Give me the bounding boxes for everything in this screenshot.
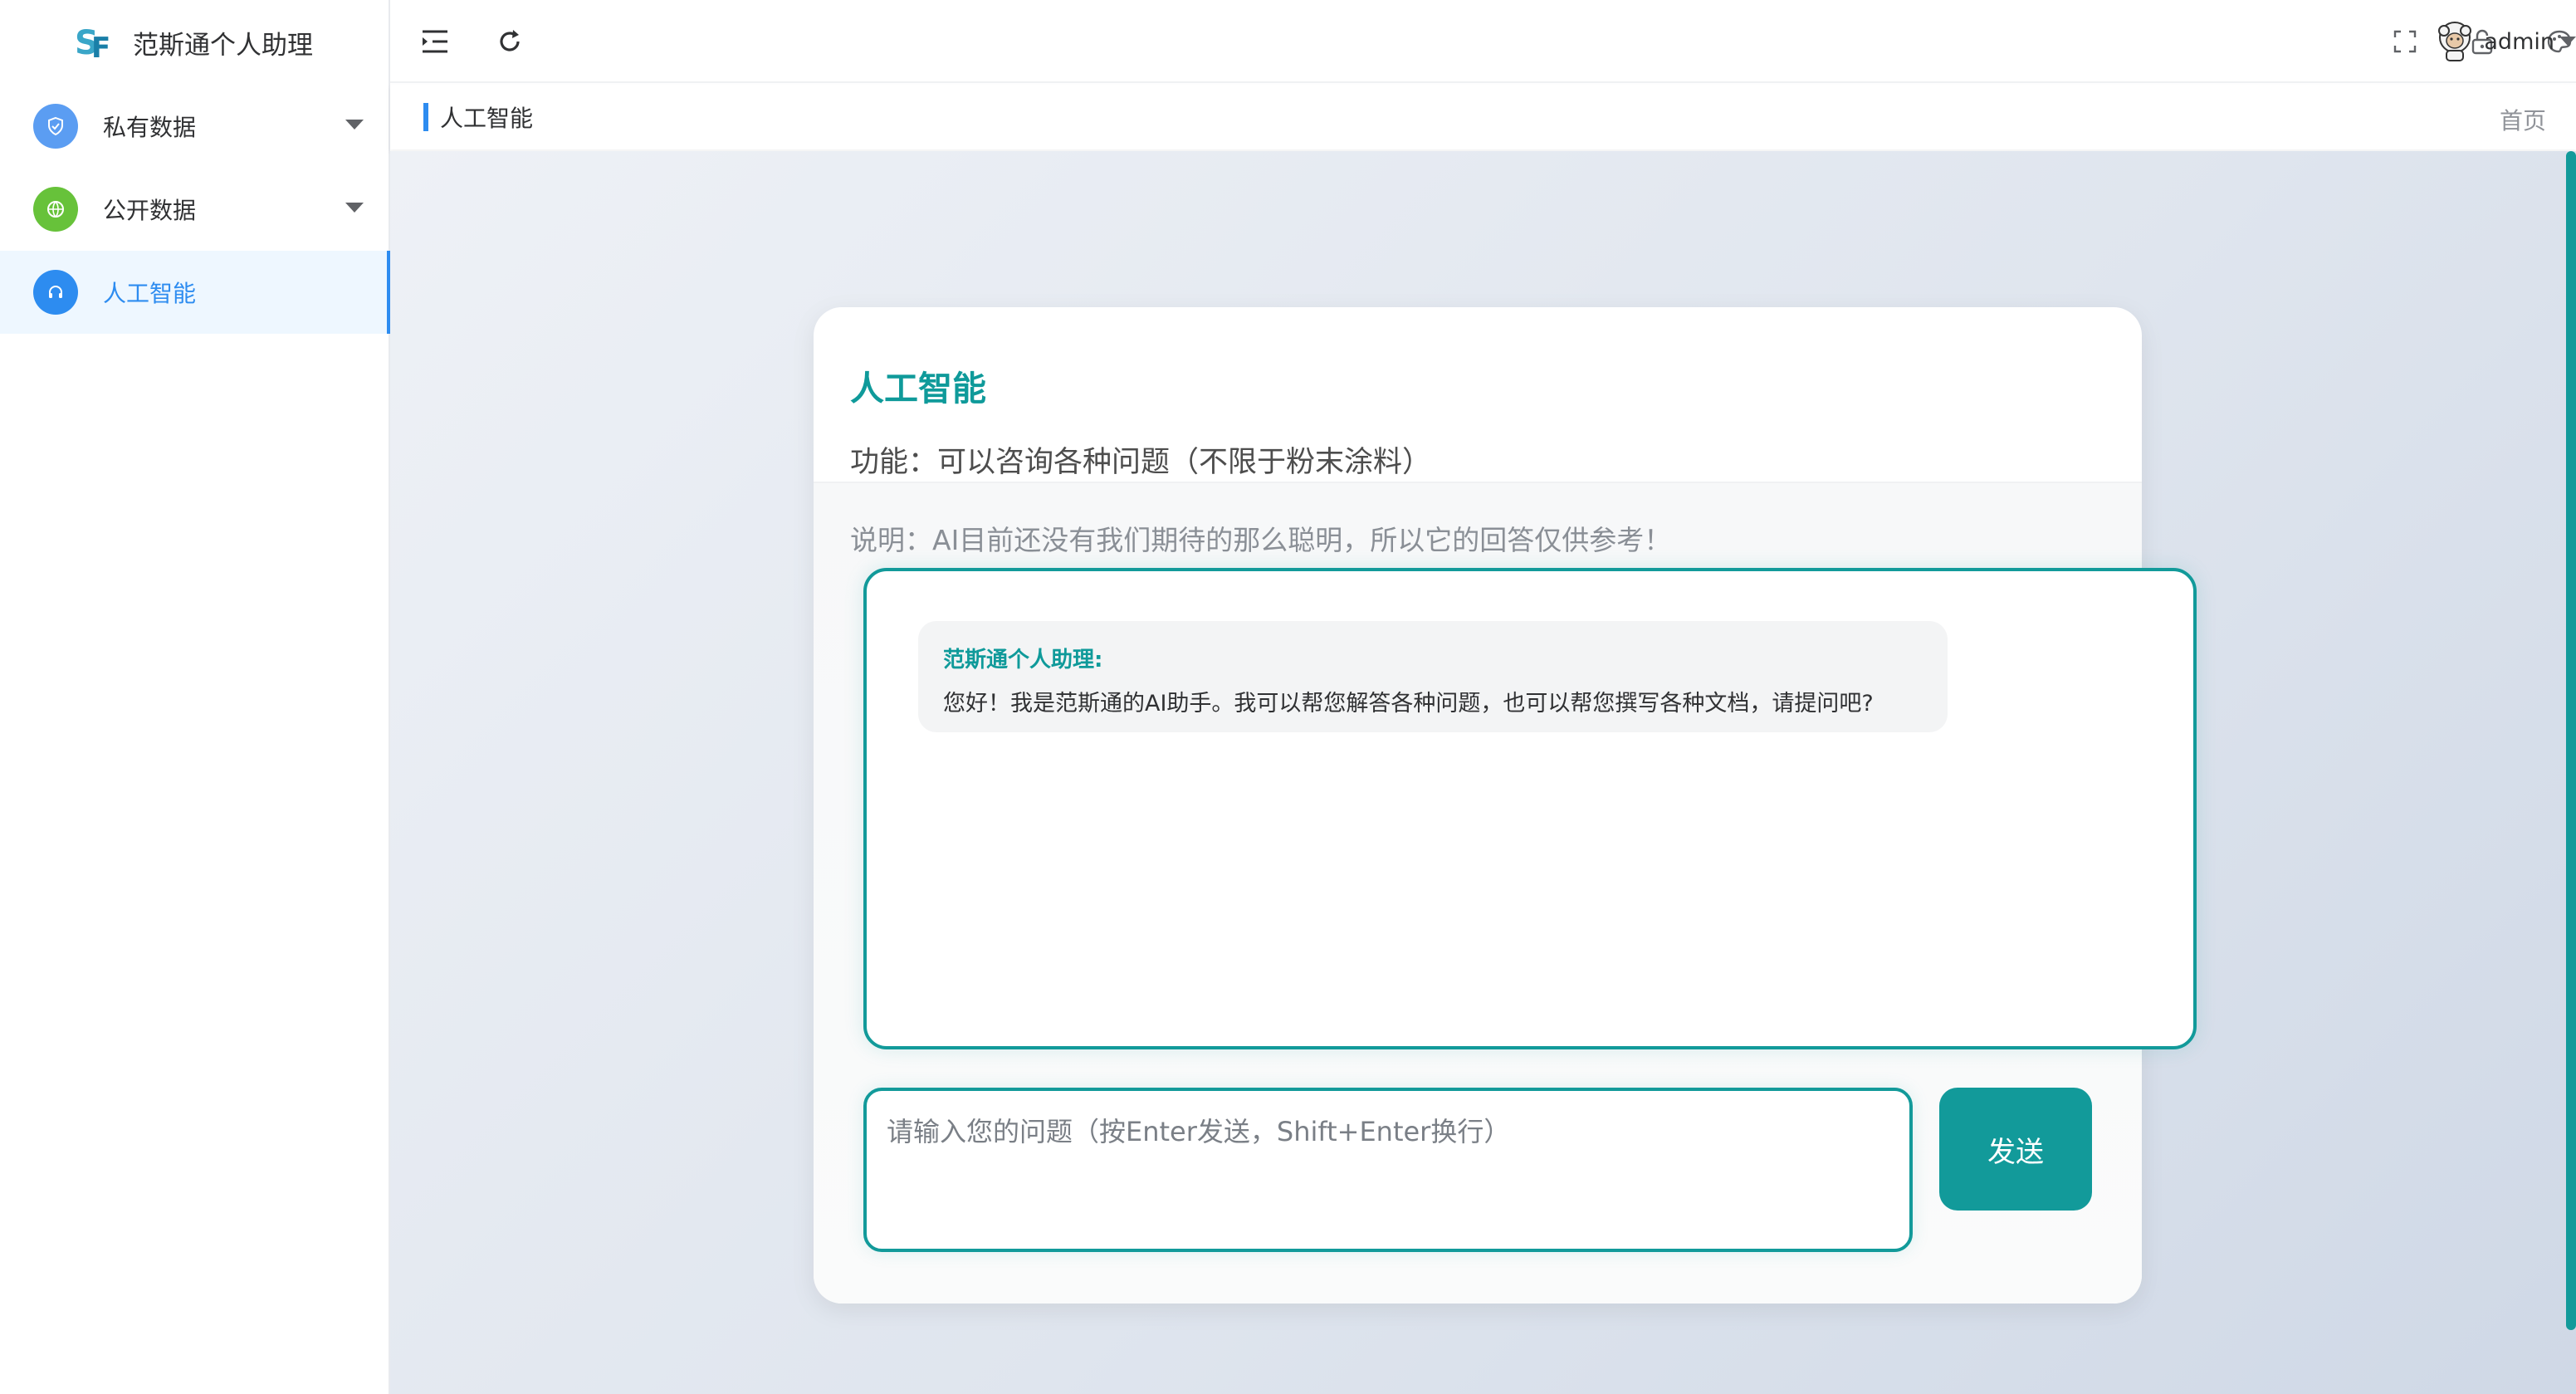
message-text: 您好！我是范斯通的AI助手。我可以帮您解答各种问题，也可以帮您撰写各种文档，请提…	[943, 691, 1874, 717]
card-function: 功能：可以咨询各种问题（不限于粉末涂料）	[850, 446, 1432, 479]
headset-icon	[33, 270, 78, 315]
user-menu[interactable]: admin	[2432, 18, 2576, 65]
send-button[interactable]: 发送	[1939, 1088, 2092, 1211]
globe-icon	[33, 187, 78, 232]
caret-down-icon	[345, 203, 364, 213]
message-sender: 范斯通个人助理:	[943, 648, 1103, 673]
refresh-icon[interactable]	[493, 25, 526, 58]
shield-icon	[33, 104, 78, 149]
chat-window[interactable]: 范斯通个人助理: 您好！我是范斯通的AI助手。我可以帮您解答各种问题，也可以帮您…	[863, 568, 2197, 1049]
card-note: 说明：AI目前还没有我们期待的那么聪明，所以它的回答仅供参考！	[850, 524, 1672, 556]
chat-message: 范斯通个人助理: 您好！我是范斯通的AI助手。我可以帮您解答各种问题，也可以帮您…	[918, 621, 1948, 732]
caret-down-icon	[345, 120, 364, 130]
sidebar-item-public-data[interactable]: 公开数据	[0, 168, 389, 251]
top-header: admin	[390, 0, 2576, 83]
sidebar-item-label: 公开数据	[103, 197, 197, 224]
sidebar-item-private-data[interactable]: 私有数据	[0, 85, 389, 168]
username: admin	[2484, 28, 2554, 55]
home-link[interactable]: 首页	[2500, 103, 2546, 136]
sheep-avatar-icon	[2438, 22, 2472, 61]
question-input[interactable]	[863, 1088, 1913, 1252]
breadcrumb[interactable]: 人工智能	[423, 101, 533, 133]
tags-bar: 人工智能 首页	[390, 85, 2576, 149]
breadcrumb-marker	[423, 103, 428, 131]
breadcrumb-current: 人工智能	[440, 105, 534, 132]
sidebar-item-label: 私有数据	[103, 114, 197, 141]
card-title: 人工智能	[850, 369, 986, 408]
caret-down-icon	[2559, 37, 2576, 46]
app-title: 范斯通个人助理	[133, 30, 313, 61]
scrollbar[interactable]	[2566, 151, 2576, 1330]
fullscreen-icon[interactable]	[2388, 25, 2422, 58]
card-header: 人工智能 功能：可以咨询各种问题（不限于粉末涂料）	[814, 307, 2142, 482]
sidebar-item-ai[interactable]: 人工智能	[0, 251, 390, 334]
brand[interactable]: S F 范斯通个人助理	[0, 0, 389, 85]
sidebar: S F 范斯通个人助理 私有数据 公开数据 人工智能	[0, 0, 390, 1394]
svg-text:F: F	[91, 32, 110, 64]
sf-logo-icon: S F	[75, 24, 110, 64]
sidebar-item-label: 人工智能	[103, 280, 197, 307]
menu-fold-icon[interactable]	[418, 25, 452, 58]
